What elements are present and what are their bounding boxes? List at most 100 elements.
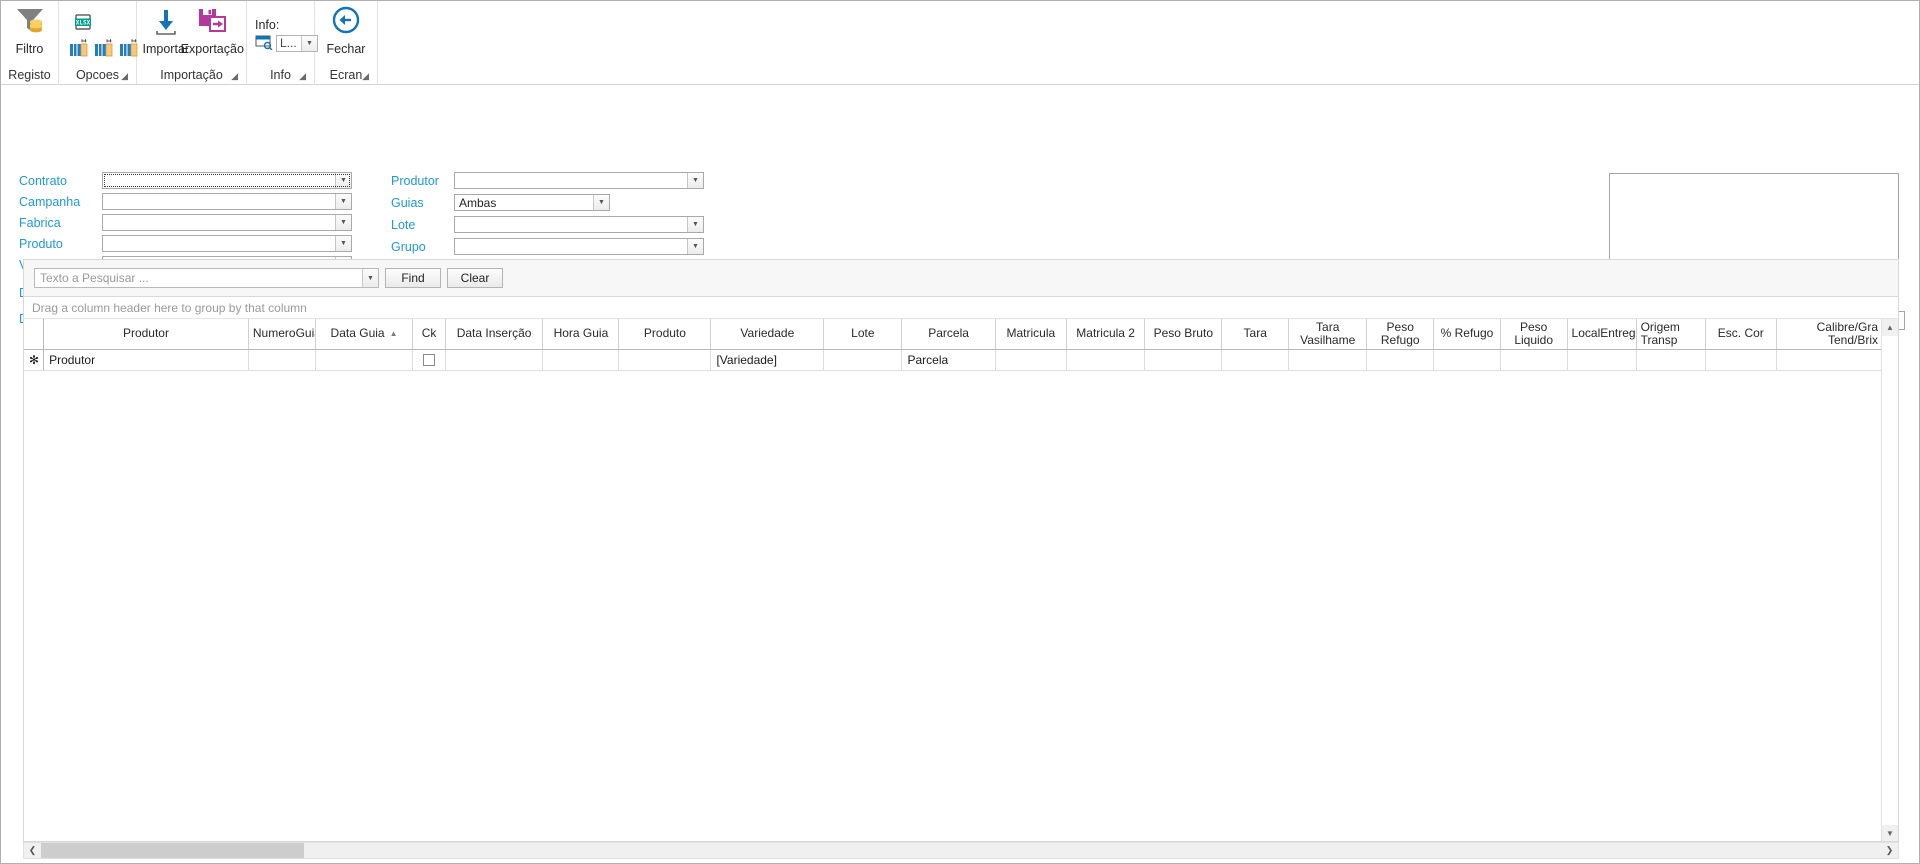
scroll-right-icon[interactable]: ❯ [1881, 843, 1898, 858]
table-cell[interactable]: Parcela [901, 349, 996, 371]
table-cell[interactable] [445, 349, 544, 371]
xlsx-export-icon[interactable]: XLSX [69, 12, 97, 37]
grid-column-header[interactable]: Origem Transp [1636, 319, 1706, 350]
table-cell[interactable] [1288, 349, 1368, 371]
table-cell[interactable] [823, 349, 903, 371]
info-dialog-launcher-icon[interactable]: ◢ [299, 72, 306, 81]
produtor-combo[interactable] [454, 172, 704, 189]
grid-column-header[interactable]: Produto [618, 319, 712, 350]
grid-column-header[interactable]: Variedade [710, 319, 825, 350]
find-button[interactable]: Find [385, 268, 441, 288]
label-campanha: Campanha [19, 195, 81, 209]
lote-combo[interactable] [454, 216, 704, 233]
table-cell[interactable] [995, 349, 1068, 371]
grid-column-header[interactable]: NumeroGuia▲ [248, 319, 316, 350]
grid-column-header[interactable]: Peso Refugo [1366, 319, 1435, 350]
chevron-down-icon[interactable] [335, 236, 351, 251]
ecran-dialog-launcher-icon[interactable]: ◢ [362, 72, 369, 81]
contrato-combo[interactable] [102, 172, 352, 189]
grid-column-header-label: Peso Bruto [1153, 326, 1213, 341]
grupo-combo[interactable] [454, 238, 704, 255]
chevron-down-icon[interactable] [687, 173, 703, 188]
grid-column-header[interactable]: % Refugo [1433, 319, 1501, 350]
ribbon-group-ecran: Fechar Ecran ◢ [315, 1, 378, 84]
application-window: Filtro Registo XLSX Opcoes ◢ Importar Ex… [0, 0, 1920, 864]
importacao-dialog-launcher-icon[interactable]: ◢ [231, 72, 238, 81]
chevron-down-icon[interactable] [335, 215, 351, 230]
table-cell[interactable] [618, 349, 712, 371]
grid-horizontal-scrollbar[interactable]: ❮ ❯ [23, 842, 1899, 859]
hscroll-track[interactable] [41, 843, 1881, 858]
grid-column-header[interactable]: Matricula [995, 319, 1068, 350]
grid-column-header[interactable]: Hora Guia [542, 319, 620, 350]
table-cell[interactable] [1366, 349, 1435, 371]
table-cell[interactable] [1776, 349, 1884, 371]
grid-column-header[interactable]: Produtor [43, 319, 249, 350]
table-cell[interactable] [1144, 349, 1223, 371]
fechar-button[interactable]: Fechar [325, 4, 367, 58]
grid-column-header[interactable]: Data Guia ▲ [315, 319, 414, 350]
grid-column-header[interactable]: Esc. Cor [1705, 319, 1777, 350]
info-combo[interactable]: L... [276, 34, 318, 52]
guias-combo[interactable]: Ambas [454, 194, 610, 211]
fabrica-combo[interactable] [102, 214, 352, 231]
table-cell[interactable]: Produtor [43, 349, 249, 371]
exportacao-button-label: Exportação [180, 42, 244, 56]
group-by-drop-area[interactable]: Drag a column header here to group by th… [24, 297, 1898, 319]
hscroll-thumb[interactable] [41, 843, 304, 858]
grid-column-header[interactable]: Data Inserção [445, 319, 544, 350]
importar-button[interactable]: Importar [143, 4, 189, 58]
table-cell[interactable] [1636, 349, 1706, 371]
chevron-down-icon[interactable] [335, 194, 351, 209]
columns-config-icon-3[interactable] [119, 38, 139, 61]
grid-column-header[interactable]: Ck [412, 319, 446, 350]
chevron-down-icon[interactable] [362, 269, 378, 287]
grid-column-header[interactable]: Lote [823, 319, 903, 350]
import-down-arrow-icon [149, 6, 183, 39]
table-cell[interactable] [412, 349, 446, 371]
table-cell[interactable] [1221, 349, 1290, 371]
info-window-icon[interactable] [255, 34, 273, 53]
opcoes-dialog-launcher-icon[interactable]: ◢ [121, 72, 128, 81]
grid-vertical-scrollbar[interactable]: ▲ ▼ [1881, 319, 1898, 841]
chevron-down-icon[interactable] [335, 173, 351, 188]
grid-column-header[interactable]: Matricula 2 [1066, 319, 1146, 350]
table-cell[interactable] [1567, 349, 1637, 371]
produto-combo[interactable] [102, 235, 352, 252]
table-cell[interactable]: [Variedade] [710, 349, 825, 371]
find-button-label: Find [401, 271, 425, 285]
grid-body: ✻ Produtor [Variedade] Parcela [24, 349, 1884, 840]
exportacao-button[interactable]: Exportação [181, 4, 244, 58]
scroll-up-icon[interactable]: ▲ [1882, 319, 1898, 336]
grid-column-header[interactable]: Calibre/Gra Tend/Brix [1776, 319, 1884, 350]
filtro-button[interactable]: Filtro [11, 4, 48, 58]
grid-column-header[interactable]: Tara Vasilhame [1288, 319, 1368, 350]
table-cell[interactable] [1500, 349, 1568, 371]
grid-column-header[interactable]: Tara [1221, 319, 1290, 350]
table-cell[interactable] [1433, 349, 1501, 371]
svg-text:XLSX: XLSX [76, 19, 91, 26]
table-cell[interactable] [315, 349, 414, 371]
columns-config-icon-2[interactable] [94, 38, 114, 61]
chevron-down-icon[interactable] [687, 217, 703, 232]
scroll-down-icon[interactable]: ▼ [1882, 825, 1898, 841]
grid-column-header[interactable]: Peso Liquido [1500, 319, 1568, 350]
table-cell[interactable] [1066, 349, 1146, 371]
chevron-down-icon[interactable] [593, 195, 609, 210]
table-cell[interactable] [1705, 349, 1777, 371]
grid-column-header[interactable]: LocalEntrega [1567, 319, 1637, 350]
clear-button[interactable]: Clear [447, 268, 503, 288]
row-checkbox[interactable] [423, 354, 436, 367]
table-cell[interactable] [248, 349, 316, 371]
grid-column-header[interactable]: Peso Bruto [1144, 319, 1223, 350]
row-indicator-cell: ✻ [24, 349, 45, 371]
chevron-down-icon[interactable] [687, 239, 703, 254]
table-cell[interactable] [542, 349, 620, 371]
info-combo-value: L... [280, 36, 297, 50]
grid-column-header[interactable]: Parcela [901, 319, 996, 350]
search-input[interactable]: Texto a Pesquisar ... [34, 268, 379, 288]
columns-config-icon-1[interactable] [69, 38, 89, 61]
table-row[interactable]: ✻ Produtor [Variedade] Parcela [24, 349, 1884, 371]
campanha-combo[interactable] [102, 193, 352, 210]
scroll-left-icon[interactable]: ❮ [24, 843, 41, 858]
